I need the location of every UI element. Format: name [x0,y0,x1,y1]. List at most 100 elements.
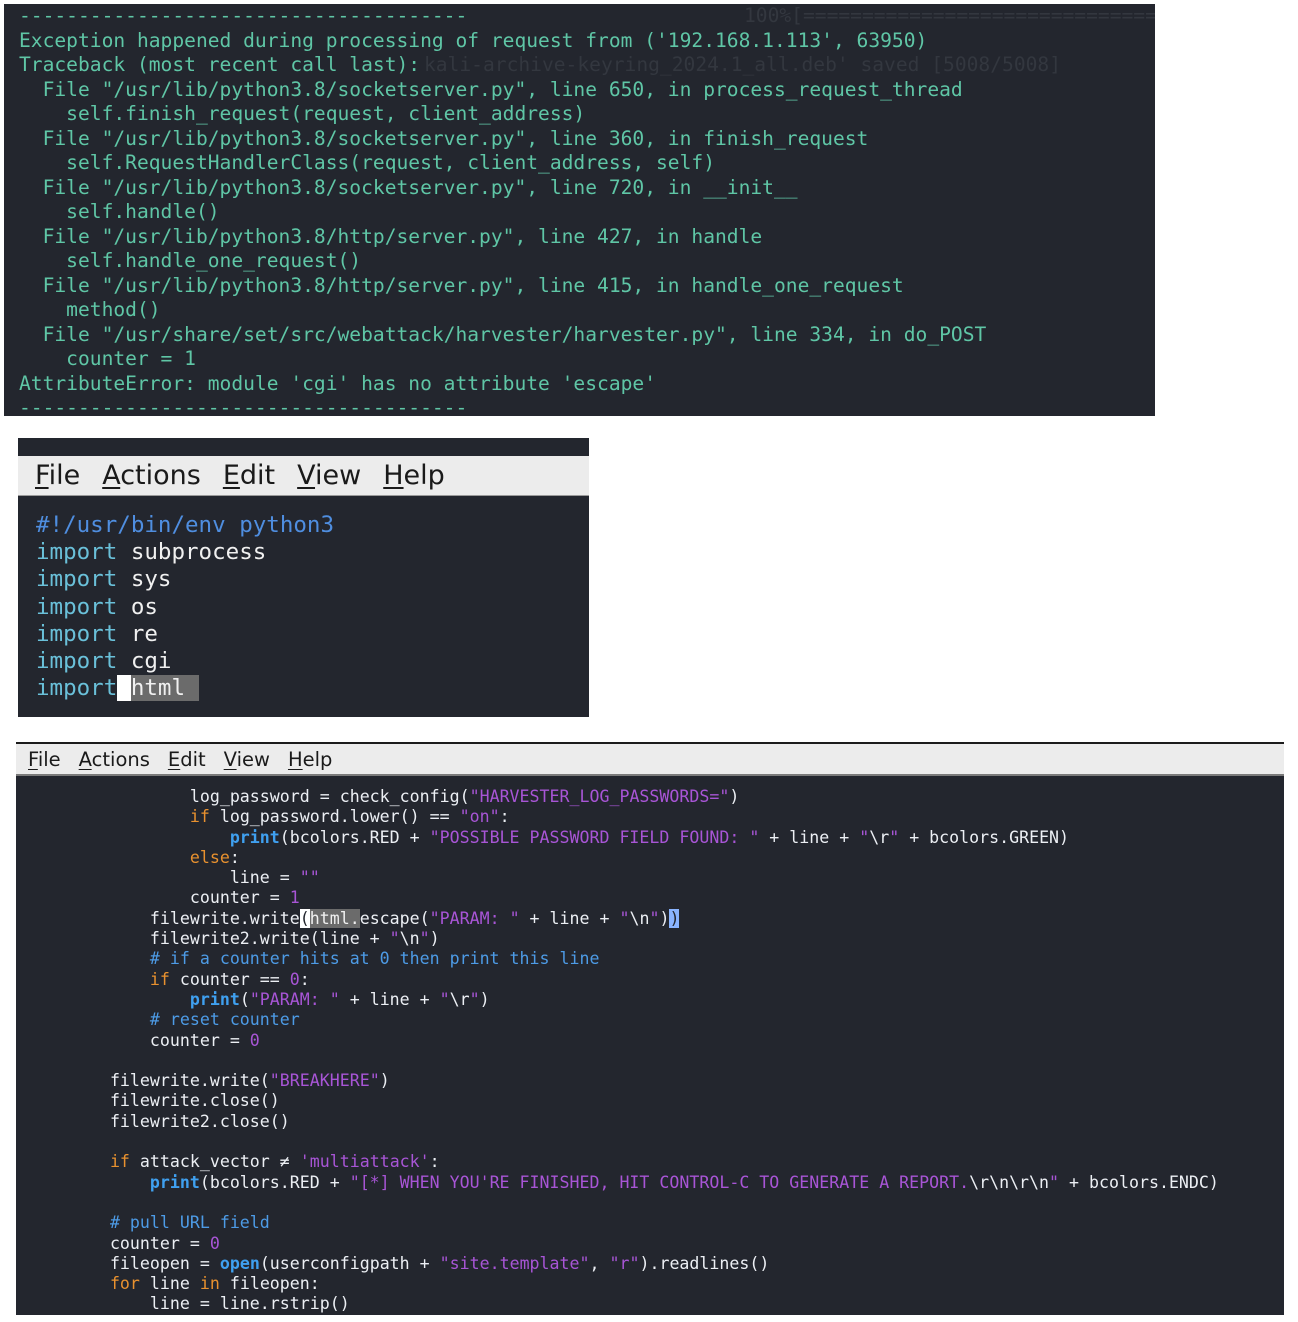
traceback-terminal: 100%[================================== … [4,4,1155,416]
import-line: import html [36,675,334,702]
menu-label: iew [236,747,270,771]
code-comment: # pull URL field [109,1213,270,1233]
traceback-code: counter = 1 [19,347,196,370]
menu-edit[interactable]: Edit [168,748,206,771]
traceback-code: self.handle_one_request() [19,249,362,272]
menu-edit[interactable]: Edit [223,460,275,491]
code-line: if attack_vector ≠ 'multiattack': [109,1152,440,1172]
traceback-frame: File "/usr/lib/python3.8/http/server.py"… [19,273,904,297]
code-comment: # reset counter [149,1010,300,1030]
code-line: print(bcolors.RED + "[*] WHEN YOU'RE FIN… [149,1172,1219,1192]
import-keyword: import [36,675,118,702]
menu-label: ile [37,747,61,771]
traceback-code: self.RequestHandlerClass(request, client… [19,151,715,174]
menu-help[interactable]: Help [383,460,445,491]
text-cursor [117,675,131,702]
code-line: counter = 1 [189,888,300,908]
exception-header: Exception happened during processing of … [19,28,928,52]
code-line: counter = 0 [109,1233,220,1253]
traceback-frame: File "/usr/lib/python3.8/socketserver.py… [19,126,869,150]
import-keyword: import [36,593,118,620]
menu-accel: V [297,460,316,491]
module-name: cgi [130,647,172,674]
menu-bar: File Actions Edit View Help [18,456,589,496]
error-message: AttributeError: module 'cgi' has no attr… [19,371,657,395]
traceback-frame: File "/usr/lib/python3.8/socketserver.py… [19,77,963,101]
window-titlebar [18,438,589,456]
traceback-frame: File "/usr/lib/python3.8/socketserver.py… [19,175,798,199]
import-keyword: import [36,566,118,593]
import-keyword: import [36,539,118,566]
menu-accel: A [102,460,121,491]
menu-bar: File Actions Edit View Help [16,744,1284,776]
menu-actions[interactable]: Actions [102,460,201,491]
imports-terminal-window: File Actions Edit View Help #!/usr/bin/e… [18,438,589,717]
menu-label: ctions [91,747,150,771]
menu-accel: E [167,747,181,771]
code-line: line = line.rstrip() [149,1294,350,1314]
module-name: re [130,620,158,647]
traceback-code: self.finish_request(request, client_addr… [19,102,586,125]
import-line: import sys [36,566,334,593]
module-name: os [130,593,158,620]
traceback-frame: File "/usr/share/set/src/webattack/harve… [19,322,987,346]
import-line: import re [36,621,334,648]
menu-accel: F [35,460,49,491]
menu-label: ile [48,460,81,491]
menu-accel: F [28,747,38,771]
traceback-output: -------------------------------------- E… [19,4,986,416]
code-line: if counter == 0: [149,969,310,989]
menu-label: iew [315,460,362,491]
text-cursor: ( [299,908,310,928]
menu-label: elp [302,747,333,771]
code-editor[interactable]: #!/usr/bin/env python3 import subprocess… [36,512,334,702]
code-line: filewrite.write("BREAKHERE") [109,1071,390,1091]
code-line: else: [189,847,240,867]
traceback-code: self.handle() [19,200,220,223]
code-line: counter = 0 [149,1030,260,1050]
module-name: subprocess [130,539,267,566]
code-line: if log_password.lower() == "on": [189,807,510,827]
traceback-frame: File "/usr/lib/python3.8/http/server.py"… [19,224,763,248]
code-line: filewrite2.write(line + "\n") [149,929,440,949]
code-terminal-window: File Actions Edit View Help log_password… [16,742,1284,1315]
code-comment: # if a counter hits at 0 then print this… [149,949,600,969]
code-line: filewrite.write(html.escape("PARAM: " + … [149,908,680,928]
code-line: filewrite2.close() [109,1111,290,1131]
import-line: import subprocess [36,539,334,566]
code-line: for line in fileopen: [109,1274,320,1294]
import-keyword: import [36,647,118,674]
import-keyword: import [36,620,118,647]
menu-accel: A [78,747,92,771]
import-line: import cgi [36,648,334,675]
menu-actions[interactable]: Actions [79,748,150,771]
menu-file[interactable]: File [35,460,80,491]
menu-view[interactable]: View [297,460,361,491]
selected-module-name: html [130,675,199,702]
menu-accel: V [223,747,237,771]
menu-label: ctions [120,460,201,491]
separator-line: -------------------------------------- [19,396,468,416]
import-line: import os [36,594,334,621]
menu-label: dit [180,747,206,771]
menu-label: elp [403,460,445,491]
menu-file[interactable]: File [28,748,61,771]
code-editor[interactable]: log_password = check_config("HARVESTER_L… [30,787,1219,1315]
module-name: sys [130,566,172,593]
code-line: print("PARAM: " + line + "\r") [189,989,490,1009]
menu-label: dit [239,460,276,491]
selection: html. [309,908,360,928]
separator-line: -------------------------------------- [19,4,468,27]
code-line: log_password = check_config("HARVESTER_L… [189,787,740,806]
traceback-title: Traceback (most recent call last): [19,53,421,76]
menu-accel: E [222,460,240,491]
code-line: line = "" [229,868,320,888]
menu-view[interactable]: View [224,748,270,771]
code-line: filewrite.close() [109,1091,280,1111]
code-line: fileopen = open(userconfigpath + "site.t… [109,1253,770,1273]
traceback-code: method() [19,298,161,321]
menu-help[interactable]: Help [288,748,332,771]
